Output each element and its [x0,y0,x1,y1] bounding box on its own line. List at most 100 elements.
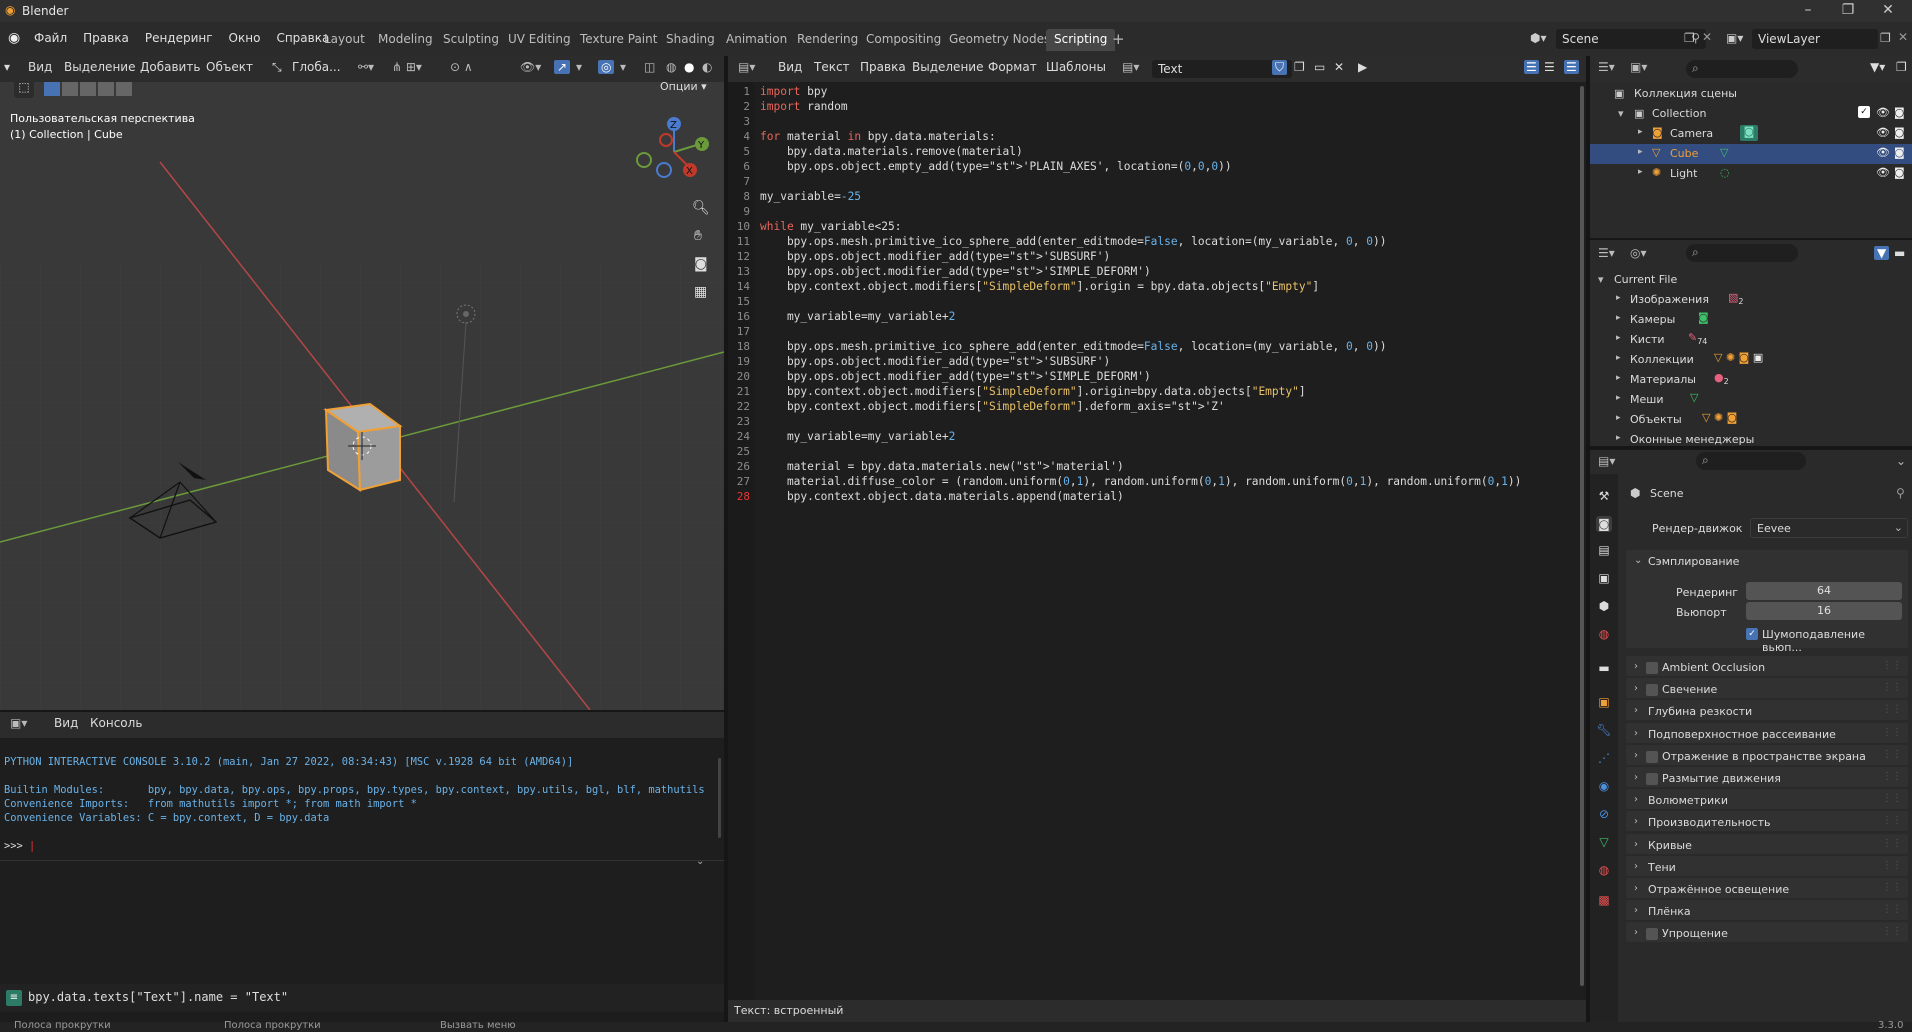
expand-objects-icon[interactable]: ▸ [1616,413,1621,423]
code-line[interactable]: bpy.context.object.data.materials.append… [760,489,1124,504]
text-menu-format[interactable]: Формат [988,60,1037,74]
python-console[interactable]: PYTHON INTERACTIVE CONSOLE 3.10.2 (main,… [0,738,724,984]
transform-orientation-icon[interactable]: ⤡ [272,60,282,75]
expand-panel-icon[interactable]: › [1634,883,1638,894]
render-samples-field[interactable]: 64 [1746,582,1902,600]
viewport-samples-field[interactable]: 16 [1746,602,1902,620]
render-tab-icon[interactable]: ◙ [1596,516,1612,532]
code-line[interactable]: my_variable=-25 [760,189,861,204]
menu-window[interactable]: Окно [229,31,261,45]
panel-1[interactable]: › Свечение ⋮⋮ [1626,678,1908,699]
modifiers-tab-icon[interactable]: 🔧︎ [1596,722,1612,738]
material-shading-icon[interactable]: ◐ [702,60,712,74]
console-menu-console[interactable]: Консоль [90,716,142,730]
fb-orphan-icon[interactable]: ▬ [1894,246,1905,260]
console-scrollbar[interactable] [718,758,721,838]
outliner-cube-row[interactable]: ▸ ▽ Cube ▽ 👁︎ ◙ [1590,144,1912,164]
code-area[interactable]: import bpy import random for material in b… [728,82,1586,1000]
outliner-display-mode-icon[interactable]: ▣▾ [1630,60,1647,74]
fb-brushes-row[interactable]: ▸ Кисти ✎74 [1590,330,1912,350]
outliner-light-row[interactable]: ▸ ✺ Light ◌ 👁︎ ◙ [1590,164,1912,184]
overlays-toggle-icon[interactable]: ◎ [598,60,615,74]
expand-panel-icon[interactable]: › [1634,905,1638,916]
outliner-camera-row[interactable]: ▸ ◙ Camera ◙ 👁︎ ◙ [1590,124,1912,144]
new-view-layer-icon[interactable]: ❐ [1880,31,1891,45]
blender-menu-icon[interactable]: ◉ [8,30,20,46]
code-line[interactable]: bpy.ops.mesh.primitive_ico_sphere_add(en… [760,234,1387,249]
restore-icon[interactable]: ❐ [1828,2,1868,18]
tab-layout[interactable]: Layout [316,29,373,51]
expand-materials-icon[interactable]: ▸ [1616,373,1621,383]
cube-visibility-icon[interactable]: 👁︎ [1876,146,1890,159]
panel-12[interactable]: › Упрощение ⋮⋮ [1626,922,1908,943]
code-line[interactable]: bpy.context.object.modifiers["SimpleDefo… [760,279,1319,294]
add-workspace-icon[interactable]: + [1112,30,1125,48]
panel-7[interactable]: › Производительность ⋮⋮ [1626,811,1908,832]
expand-light-icon[interactable]: ▸ [1638,167,1643,177]
tab-modeling[interactable]: Modeling [370,29,441,51]
menu-edit[interactable]: Правка [83,31,129,45]
outliner-scene-collection[interactable]: ▣ Коллекция сцены [1590,84,1912,104]
code-line[interactable]: my_variable=my_variable+2 [760,429,955,444]
word-wrap-toggle-icon[interactable]: ☰ [1544,60,1555,74]
delete-scene-icon[interactable]: ✕ [1702,30,1712,44]
props-options-icon[interactable]: ⌄ [1896,454,1906,468]
text-scrollbar[interactable] [1580,86,1584,986]
code-line[interactable]: bpy.data.materials.remove(material) [760,144,1023,159]
panel-enable-checkbox[interactable] [1646,773,1658,785]
drag-handle-icon[interactable]: ⋮⋮ [1882,882,1902,893]
props-pin-icon[interactable]: ⚲ [1896,486,1905,500]
particles-tab-icon[interactable]: ⋰ [1596,750,1612,766]
navigation-gizmo[interactable]: Z Y X [630,112,720,192]
panel-6[interactable]: › Волюметрики ⋮⋮ [1626,789,1908,810]
overlays-dropdown-icon[interactable]: ▾ [620,60,626,74]
code-line[interactable]: my_variable=my_variable+2 [760,309,955,324]
camera-data-icon[interactable]: ◙ [1740,125,1758,141]
panel-5[interactable]: › Размытие движения ⋮⋮ [1626,767,1908,787]
expand-panel-icon[interactable]: › [1634,661,1638,672]
denoise-checkbox[interactable]: ✓ [1746,628,1758,640]
outliner-collection-row[interactable]: ▾ ▣ Collection ✓ 👁︎ ◙ [1590,104,1912,124]
output-tab-icon[interactable]: ▤ [1596,542,1612,558]
panel-10[interactable]: › Отражённое освещение ⋮⋮ [1626,878,1908,898]
code-line[interactable]: for material in bpy.data.materials: [760,129,996,144]
text-menu-text[interactable]: Текст [814,60,850,74]
fb-images-row[interactable]: ▸ Изображения ▧2 [1590,290,1912,310]
expand-panel-icon[interactable]: › [1634,728,1638,739]
expand-panel-icon[interactable]: › [1634,861,1638,872]
drag-handle-icon[interactable]: ⋮⋮ [1882,727,1902,738]
pivot-icon[interactable]: ⚯▾ [358,60,374,74]
text-datablock-field[interactable]: Text [1152,60,1292,78]
text-menu-edit[interactable]: Правка [860,60,906,74]
text-editor[interactable]: 1 2 3 4 5 6 7 8 9 10 11 12 13 14 15 16 17 18 19 20 21 22 23 24 2… [728,82,1586,1000]
view-layer-selector[interactable]: ViewLayer [1752,29,1878,49]
panel-0[interactable]: › Ambient Occlusion ⋮⋮ [1626,656,1908,676]
props-search-input[interactable]: ⌕ [1696,452,1806,470]
panel-3[interactable]: › Подповерхностное рассеивание ⋮⋮ [1626,722,1908,743]
transform-orientation-dropdown[interactable]: Глоба... [292,60,341,74]
world-tab-icon[interactable]: ◍ [1596,626,1612,642]
code-line[interactable]: while my_variable<25: [760,219,901,234]
tab-compositing[interactable]: Compositing [858,29,949,51]
code-line[interactable]: material.diffuse_color = (random.uniform… [760,474,1521,489]
3d-viewport[interactable]: ⬚ Опции ▾ Пользовательская перспектива (… [0,82,724,710]
code-line[interactable]: bpy.context.object.modifiers["SimpleDefo… [760,384,1306,399]
new-text-icon[interactable]: ❐ [1294,60,1305,74]
drag-handle-icon[interactable]: ⋮⋮ [1882,682,1902,693]
outliner[interactable]: ▣ Коллекция сцены ▾ ▣ Collection ✓ 👁︎ ◙ … [1590,82,1912,238]
tab-rendering[interactable]: Rendering [789,29,866,51]
panel-enable-checkbox[interactable] [1646,662,1658,674]
expand-camera-icon[interactable]: ▸ [1638,127,1643,137]
cube-render-icon[interactable]: ◙ [1894,146,1905,159]
proportional-edit-icon[interactable]: ⊙ ∧ [450,60,473,74]
expand-panel-icon[interactable]: › [1634,794,1638,805]
fb-search-input[interactable]: ⌕ [1686,244,1798,262]
tab-scripting[interactable]: Scripting [1046,29,1116,51]
drag-handle-icon[interactable]: ⋮⋮ [1882,904,1902,915]
scene-tab-icon[interactable]: ⬢ [1596,598,1612,614]
ortho-grid-icon[interactable]: ▦ [694,284,707,300]
select-intersect-icon[interactable] [116,82,132,96]
viewport-menu-select[interactable]: Выделение [64,60,135,74]
console-menu-view[interactable]: Вид [54,716,78,730]
drag-handle-icon[interactable]: ⋮⋮ [1882,660,1902,671]
